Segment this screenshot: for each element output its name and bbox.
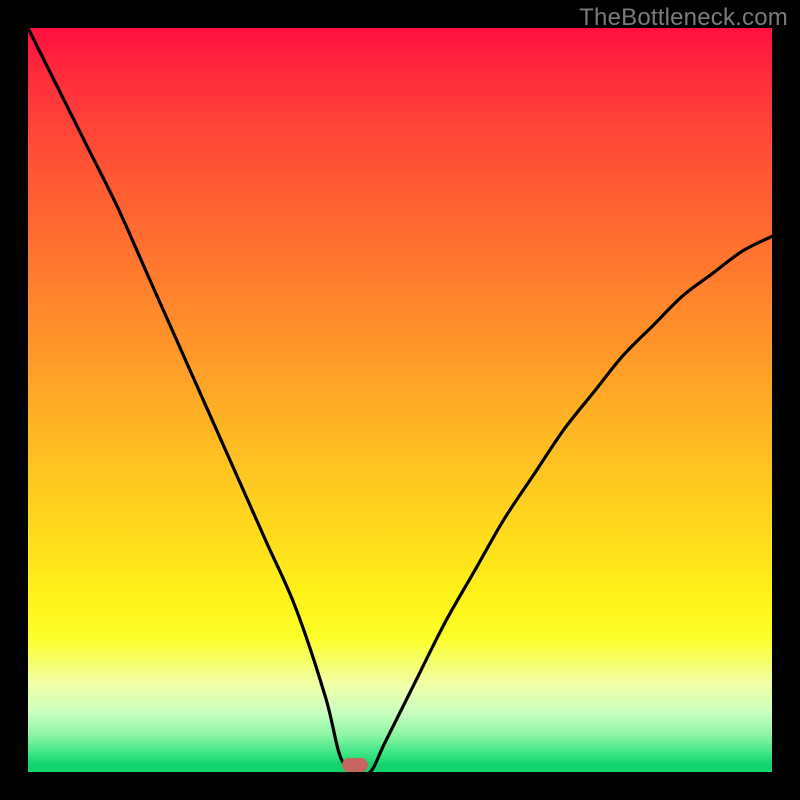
plot-area: [28, 28, 772, 772]
optimal-point-marker: [342, 758, 368, 772]
watermark-text: TheBottleneck.com: [579, 4, 788, 32]
chart-frame: TheBottleneck.com: [0, 0, 800, 800]
bottleneck-curve: [28, 28, 772, 772]
